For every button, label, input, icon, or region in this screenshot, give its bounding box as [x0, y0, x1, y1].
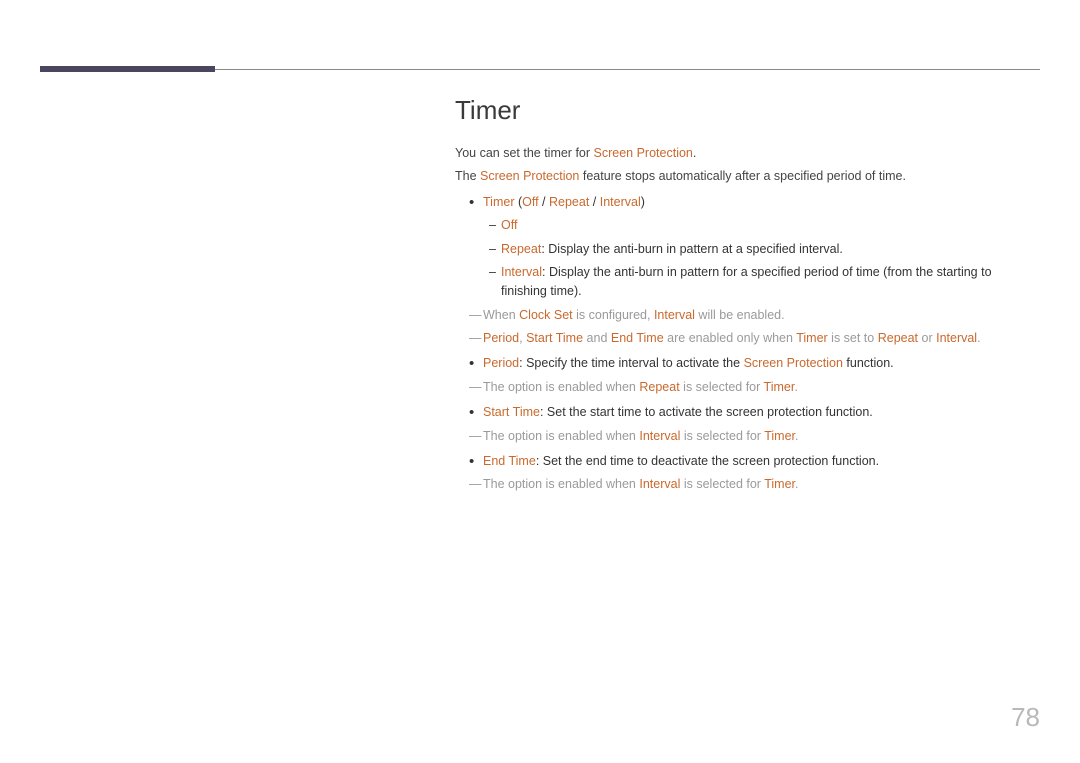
text: : Specify the time interval to activate … — [519, 356, 743, 370]
text: The option is enabled when — [483, 429, 639, 443]
screen-protection-keyword: Screen Protection — [480, 169, 579, 183]
text: . — [795, 429, 798, 443]
bullet-list: Start Time: Set the start time to activa… — [455, 403, 1040, 422]
text: . — [795, 477, 798, 491]
text: / — [539, 195, 549, 209]
text: The option is enabled when — [483, 380, 639, 394]
interval-keyword: Interval — [639, 429, 680, 443]
text: is set to — [828, 331, 878, 345]
text: ( — [514, 195, 522, 209]
subbullet-off: Off — [501, 216, 1040, 235]
bullet-list: Timer (Off / Repeat / Interval) Off Repe… — [455, 193, 1040, 302]
text: : Display the anti-burn in pattern for a… — [501, 265, 992, 298]
bullet-starttime: Start Time: Set the start time to activa… — [483, 403, 1040, 422]
subbullet-repeat: Repeat: Display the anti-burn in pattern… — [501, 240, 1040, 259]
intro-line-1: You can set the timer for Screen Protect… — [455, 144, 1040, 163]
text: ) — [641, 195, 645, 209]
repeat-keyword: Repeat — [639, 380, 679, 394]
interval-keyword: Interval — [654, 308, 695, 322]
interval-keyword: Interval — [639, 477, 680, 491]
bullet-period: Period: Specify the time interval to act… — [483, 354, 1040, 373]
text: . — [794, 380, 797, 394]
bullet-endtime: End Time: Set the end time to deactivate… — [483, 452, 1040, 471]
clockset-keyword: Clock Set — [519, 308, 573, 322]
period-keyword: Period — [483, 331, 519, 345]
endtime-keyword: End Time — [483, 454, 536, 468]
intro-line-2: The Screen Protection feature stops auto… — [455, 167, 1040, 186]
text: / — [589, 195, 599, 209]
note-endtime: The option is enabled when Interval is s… — [455, 475, 1040, 494]
subbullet-interval: Interval: Display the anti-burn in patte… — [501, 263, 1040, 302]
text: function. — [843, 356, 894, 370]
text: The — [455, 169, 480, 183]
text: : Set the start time to activate the scr… — [540, 405, 873, 419]
repeat-keyword: Repeat — [878, 331, 918, 345]
endtime-keyword: End Time — [611, 331, 664, 345]
text: is configured, — [573, 308, 654, 322]
header-tab-bar — [40, 66, 215, 72]
text: is selected for — [680, 380, 764, 394]
starttime-keyword: Start Time — [483, 405, 540, 419]
text: and — [583, 331, 611, 345]
text: will be enabled. — [695, 308, 785, 322]
text: The option is enabled when — [483, 477, 639, 491]
section-title: Timer — [455, 95, 1040, 126]
page-number: 78 — [1011, 702, 1040, 733]
text: is selected for — [680, 477, 764, 491]
text: . — [693, 146, 696, 160]
bullet-timer-modes: Timer (Off / Repeat / Interval) Off Repe… — [483, 193, 1040, 302]
starttime-keyword: Start Time — [526, 331, 583, 345]
off-keyword: Off — [501, 218, 517, 232]
screen-protection-keyword: Screen Protection — [594, 146, 693, 160]
interval-keyword: Interval — [936, 331, 977, 345]
text: feature stops automatically after a spec… — [579, 169, 906, 183]
timer-keyword: Timer — [764, 429, 795, 443]
interval-keyword: Interval — [501, 265, 542, 279]
note-starttime: The option is enabled when Interval is s… — [455, 427, 1040, 446]
text: are enabled only when — [664, 331, 797, 345]
note-period: The option is enabled when Repeat is sel… — [455, 378, 1040, 397]
text: When — [483, 308, 519, 322]
note-enabled-when: Period, Start Time and End Time are enab… — [455, 329, 1040, 348]
content-area: Timer You can set the timer for Screen P… — [455, 95, 1040, 499]
timer-keyword: Timer — [796, 331, 827, 345]
text: : Display the anti-burn in pattern at a … — [541, 242, 843, 256]
text: is selected for — [680, 429, 764, 443]
note-clockset: When Clock Set is configured, Interval w… — [455, 306, 1040, 325]
timer-keyword: Timer — [764, 477, 795, 491]
text: or — [918, 331, 936, 345]
bullet-list: End Time: Set the end time to deactivate… — [455, 452, 1040, 471]
bullet-list: Period: Specify the time interval to act… — [455, 354, 1040, 373]
period-keyword: Period — [483, 356, 519, 370]
repeat-keyword: Repeat — [501, 242, 541, 256]
timer-keyword: Timer — [483, 195, 514, 209]
text: You can set the timer for — [455, 146, 594, 160]
text: : Set the end time to deactivate the scr… — [536, 454, 879, 468]
off-keyword: Off — [522, 195, 538, 209]
repeat-keyword: Repeat — [549, 195, 589, 209]
sublist: Off Repeat: Display the anti-burn in pat… — [483, 216, 1040, 302]
timer-keyword: Timer — [764, 380, 795, 394]
interval-keyword: Interval — [600, 195, 641, 209]
screen-protection-keyword: Screen Protection — [744, 356, 843, 370]
text: . — [977, 331, 980, 345]
